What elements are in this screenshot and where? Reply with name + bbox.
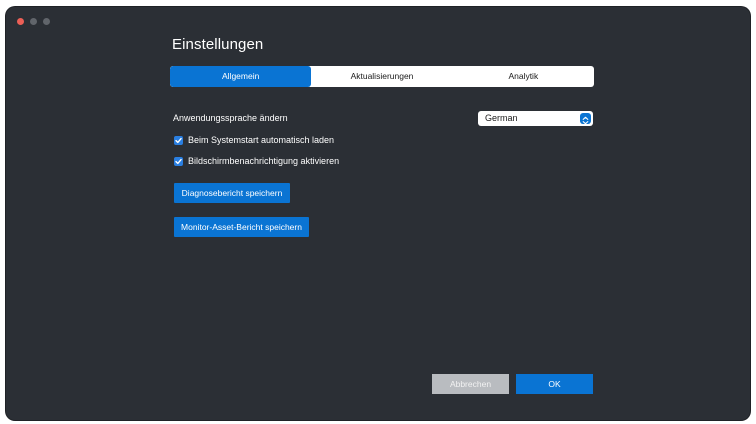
tab-allgemein[interactable]: Allgemein <box>170 66 312 87</box>
ok-button[interactable]: OK <box>516 374 593 394</box>
autostart-option: Beim Systemstart automatisch laden <box>174 135 334 145</box>
updown-chevron-icon <box>580 113 591 125</box>
checkmark-icon <box>175 158 182 164</box>
cancel-button[interactable]: Abbrechen <box>432 374 509 394</box>
tab-aktualisierungen[interactable]: Aktualisierungen <box>311 66 452 87</box>
language-select-value: German <box>485 113 518 123</box>
minimize-window-dot[interactable] <box>30 18 37 25</box>
language-select[interactable]: German <box>478 111 593 126</box>
save-monitor-asset-report-button[interactable]: Monitor-Asset-Bericht speichern <box>174 217 309 237</box>
close-window-dot[interactable] <box>17 18 24 25</box>
language-label: Anwendungssprache ändern <box>173 113 288 123</box>
notification-label: Bildschirmbenachrichtigung aktivieren <box>188 156 340 166</box>
save-diagnostic-report-button[interactable]: Diagnosebericht speichern <box>174 183 290 203</box>
autostart-checkbox[interactable] <box>174 135 183 145</box>
notification-checkbox[interactable] <box>174 156 183 166</box>
autostart-label: Beim Systemstart automatisch laden <box>188 135 335 145</box>
checkmark-icon <box>175 137 182 143</box>
settings-window: Einstellungen Allgemein Aktualisierungen… <box>6 7 750 420</box>
notification-option: Bildschirmbenachrichtigung aktivieren <box>174 156 339 166</box>
tab-analytik[interactable]: Analytik <box>453 66 594 87</box>
maximize-window-dot[interactable] <box>43 18 50 25</box>
tab-bar: Allgemein Aktualisierungen Analytik <box>170 66 594 87</box>
page-title: Einstellungen <box>172 36 264 53</box>
